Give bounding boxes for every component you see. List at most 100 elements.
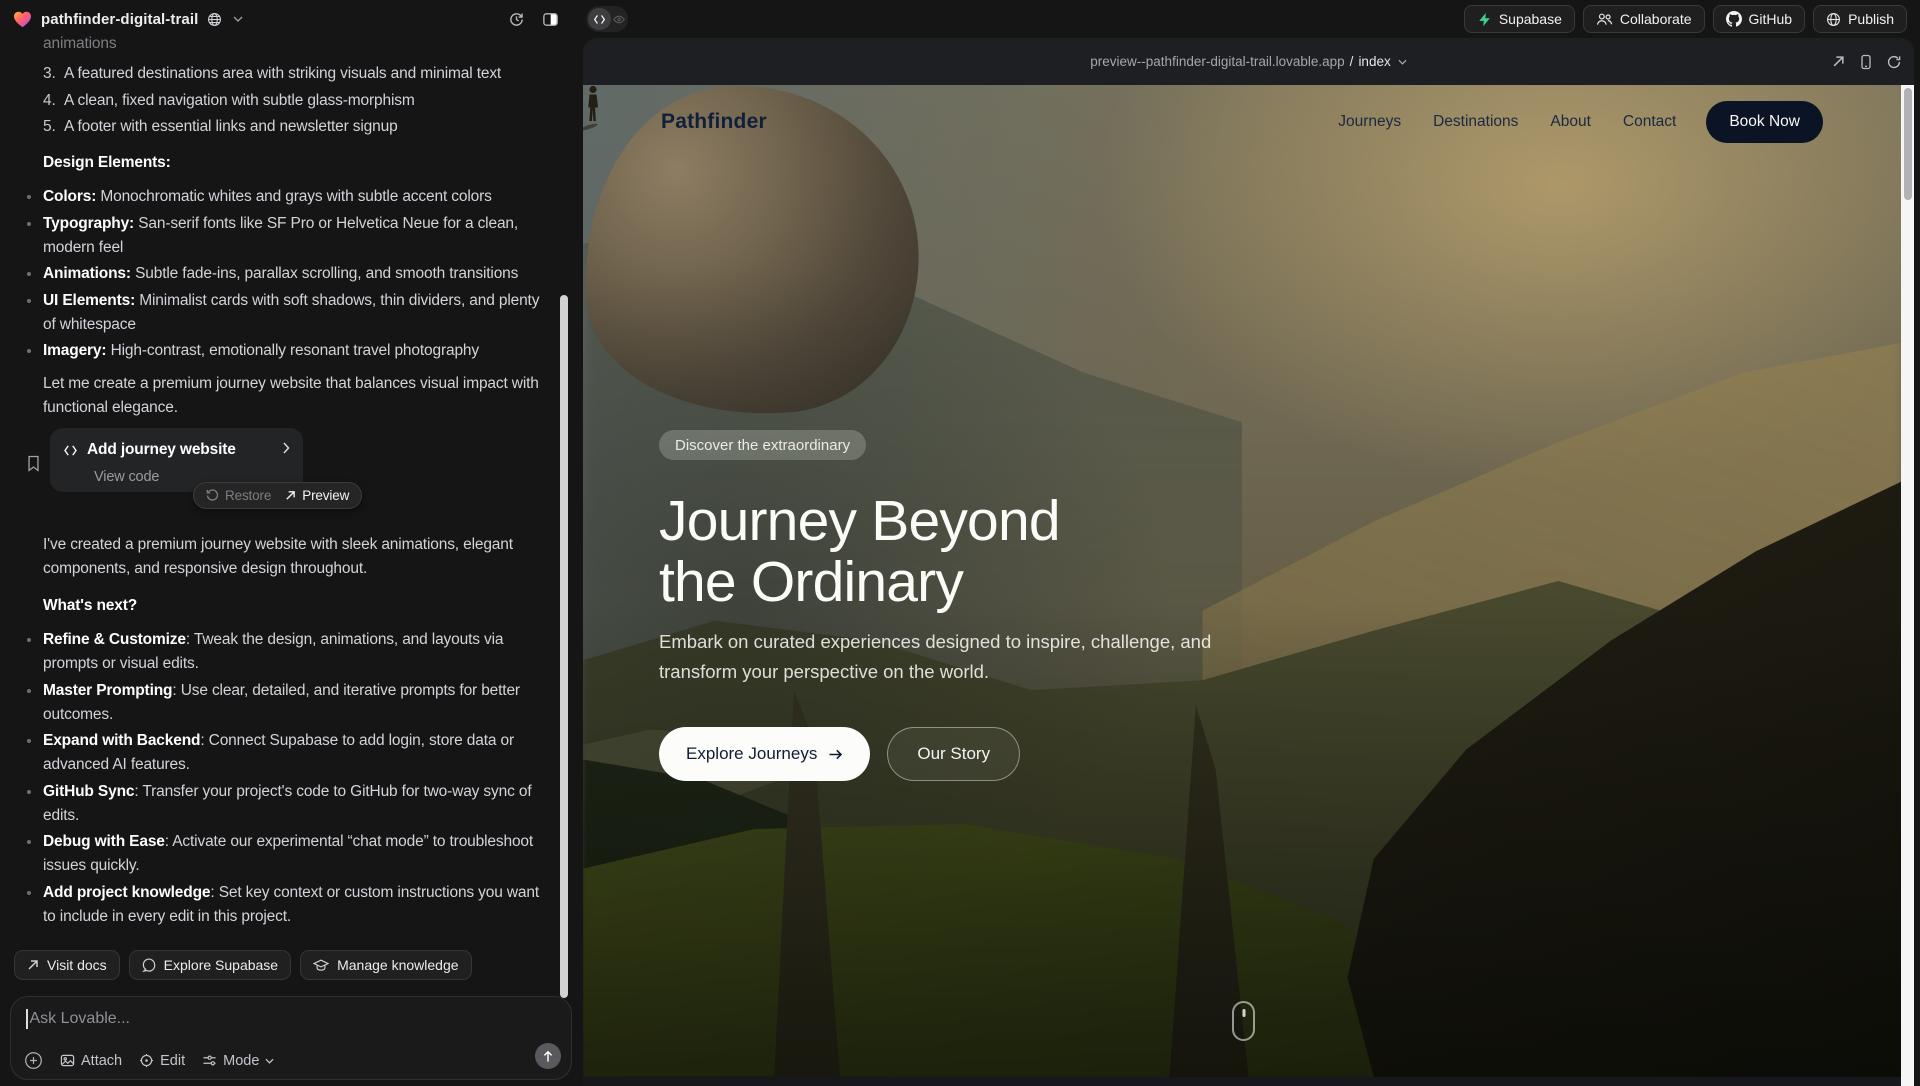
prompt-input[interactable]: Ask Lovable...	[26, 1009, 130, 1029]
next-steps-bullets: Refine & Customize: Tweak the design, an…	[43, 628, 555, 929]
list-item: 5. A footer with essential links and new…	[43, 115, 555, 139]
bullet-item: Imagery: High-contrast, emotionally reso…	[43, 339, 555, 363]
hero-title: Journey Beyond the Ordinary	[659, 491, 1273, 613]
refresh-icon[interactable]	[1887, 55, 1901, 69]
nav-link-about[interactable]: About	[1550, 113, 1591, 131]
list-item: 4. A clean, fixed navigation with subtle…	[43, 89, 555, 113]
chevron-down-icon[interactable]	[233, 16, 243, 22]
scroll-indicator	[1232, 1001, 1255, 1041]
chat-panel: animations 3. A featured destinations ar…	[0, 38, 583, 1086]
lovable-heart-icon	[13, 11, 32, 28]
nav-link-journeys[interactable]: Journeys	[1338, 113, 1401, 131]
preview-panel: preview--pathfinder-digital-trail.lovabl…	[583, 38, 1914, 1086]
preview-url-bar: preview--pathfinder-digital-trail.lovabl…	[583, 38, 1914, 85]
design-elements-heading: Design Elements:	[43, 151, 555, 175]
supabase-button[interactable]: Supabase	[1464, 5, 1575, 33]
action-card-title: Add journey website	[87, 438, 236, 462]
bullet-item: Master Prompting: Use clear, detailed, a…	[43, 679, 555, 727]
site-nav-links: Journeys Destinations About Contact	[1338, 113, 1676, 131]
eye-toggle-icon[interactable]	[612, 15, 626, 24]
bullet-item: Refine & Customize: Tweak the design, an…	[43, 628, 555, 676]
explore-supabase-chip[interactable]: Explore Supabase	[129, 950, 291, 980]
site-viewport: Pathfinder Journeys Destinations About C…	[583, 85, 1901, 1077]
graduation-cap-icon	[313, 959, 329, 972]
add-button[interactable]	[24, 1051, 43, 1070]
mode-selector[interactable]: Mode	[202, 1053, 274, 1069]
toggle-panel-icon[interactable]	[542, 11, 559, 28]
code-preview-toggle[interactable]	[586, 6, 628, 32]
project-name[interactable]: pathfinder-digital-trail	[41, 11, 198, 28]
bullet-label: Animations:	[43, 265, 131, 282]
bullet-item: Colors: Monochromatic whites and grays w…	[43, 185, 555, 209]
edit-button[interactable]: Edit	[139, 1053, 185, 1069]
top-bar-actions: Supabase Collaborate GitHub Publish	[1464, 5, 1907, 33]
github-label: GitHub	[1749, 11, 1793, 27]
bullet-label: Debug with Ease	[43, 833, 165, 850]
hero-subtitle: Embark on curated experiences designed t…	[659, 627, 1273, 687]
quick-action-chips: Visit docs Explore Supabase Manage knowl…	[14, 950, 472, 980]
publish-globe-icon	[1826, 12, 1841, 27]
hero-title-line2: the Ordinary	[659, 550, 963, 614]
prompt-composer[interactable]: Ask Lovable... Attach Edit	[10, 996, 572, 1080]
nav-link-destinations[interactable]: Destinations	[1433, 113, 1518, 131]
preview-url[interactable]: preview--pathfinder-digital-trail.lovabl…	[583, 38, 1914, 85]
code-icon	[63, 445, 78, 456]
github-button[interactable]: GitHub	[1713, 5, 1806, 33]
history-icon[interactable]	[508, 11, 525, 28]
attach-label: Attach	[81, 1053, 122, 1069]
site-logo[interactable]: Pathfinder	[661, 110, 767, 134]
assistant-paragraph: Let me create a premium journey website …	[43, 372, 555, 420]
chat-bubble-icon	[142, 958, 156, 972]
bullet-label: Refine & Customize	[43, 631, 186, 648]
manage-knowledge-chip[interactable]: Manage knowledge	[300, 950, 471, 980]
chat-scrollbar-thumb[interactable]	[560, 295, 568, 998]
prompt-placeholder: Ask Lovable...	[30, 1010, 131, 1028]
book-now-button[interactable]: Book Now	[1706, 101, 1823, 143]
collaborate-label: Collaborate	[1620, 11, 1692, 27]
restore-preview-pill: Restore Preview	[193, 482, 362, 509]
edit-label: Edit	[160, 1053, 185, 1069]
bullet-item: Expand with Backend: Connect Supabase to…	[43, 729, 555, 777]
chat-messages: animations 3. A featured destinations ar…	[0, 38, 583, 931]
nav-link-contact[interactable]: Contact	[1623, 113, 1676, 131]
code-toggle-icon[interactable]	[588, 8, 611, 30]
explore-journeys-button[interactable]: Explore Journeys	[659, 727, 870, 781]
our-story-button[interactable]: Our Story	[887, 727, 1020, 781]
send-button[interactable]	[535, 1043, 561, 1069]
supabase-label: Supabase	[1499, 11, 1562, 27]
our-story-label: Our Story	[917, 744, 990, 764]
list-number: 5.	[43, 115, 64, 139]
whats-next-heading: What's next?	[43, 594, 555, 618]
preview-label: Preview	[302, 484, 349, 508]
assistant-paragraph: I've created a premium journey website w…	[43, 533, 555, 581]
preview-button[interactable]: Preview	[285, 484, 349, 508]
arrow-right-icon	[828, 748, 843, 761]
restore-button[interactable]: Restore	[206, 484, 271, 508]
open-external-icon[interactable]	[1832, 55, 1845, 68]
list-number: 4.	[43, 89, 64, 113]
hero-badge: Discover the extraordinary	[659, 430, 866, 460]
bullet-label: Add project knowledge	[43, 884, 210, 901]
add-journey-website-card[interactable]: Add journey website View code Restore	[50, 428, 303, 492]
bullet-label: Imagery:	[43, 342, 106, 359]
composer-toolbar: Attach Edit Mode	[24, 1051, 274, 1070]
attach-button[interactable]: Attach	[60, 1053, 122, 1069]
site-scrollbar-thumb[interactable]	[1904, 88, 1912, 200]
hero-content: Discover the extraordinary Journey Beyon…	[659, 430, 1273, 781]
bullet-text: Subtle fade-ins, parallax scrolling, and…	[131, 265, 518, 282]
bullet-item: UI Elements: Minimalist cards with soft …	[43, 289, 555, 337]
publish-button[interactable]: Publish	[1813, 5, 1907, 33]
chevron-down-icon	[265, 1058, 274, 1064]
mobile-view-icon[interactable]	[1860, 54, 1872, 70]
hero-title-line1: Journey Beyond	[659, 489, 1060, 553]
site-scrollbar-track[interactable]	[1901, 85, 1914, 1086]
bullet-item: Add project knowledge: Set key context o…	[43, 881, 555, 929]
bullet-label: Typography:	[43, 215, 134, 232]
design-bullets: Colors: Monochromatic whites and grays w…	[43, 185, 555, 363]
url-domain: preview--pathfinder-digital-trail.lovabl…	[1090, 54, 1344, 69]
attach-image-icon	[60, 1053, 75, 1068]
bookmark-icon[interactable]	[27, 434, 40, 492]
preview-toolbar-icons	[1832, 38, 1901, 85]
collaborate-button[interactable]: Collaborate	[1583, 5, 1705, 33]
visit-docs-chip[interactable]: Visit docs	[14, 950, 120, 980]
